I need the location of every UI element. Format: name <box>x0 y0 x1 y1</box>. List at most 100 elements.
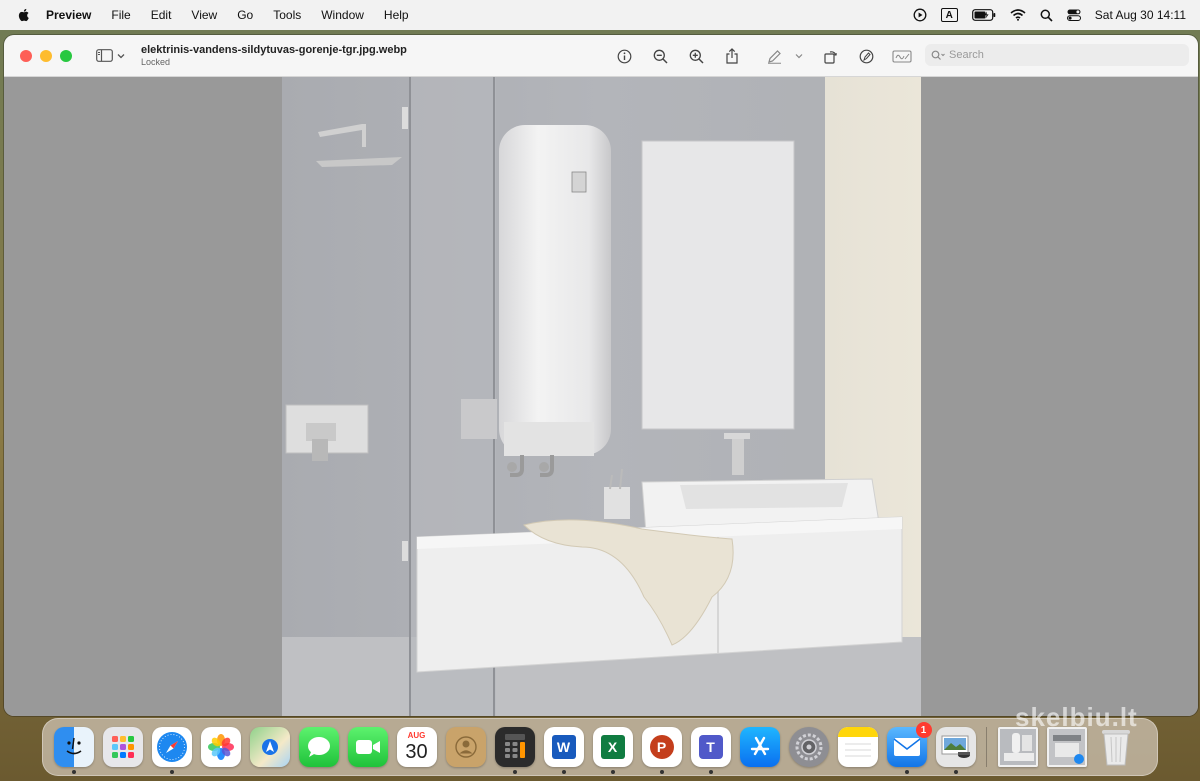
chevron-down-icon <box>795 54 803 59</box>
dock-facetime-icon[interactable] <box>347 727 388 767</box>
menu-bar: Preview File Edit View Go Tools Window H… <box>0 0 1200 30</box>
markup-pen-circle-icon <box>859 49 873 63</box>
skelbiu-watermark: skelbiu.lt <box>1015 702 1138 732</box>
menu-go[interactable]: Go <box>237 8 253 22</box>
preview-window: elektrinis-vandens-sildytuvas-gorenje-tg… <box>4 35 1198 716</box>
sidebar-icon <box>96 49 113 62</box>
zoom-out-icon <box>653 49 668 64</box>
wifi-icon[interactable] <box>1010 9 1026 21</box>
signature-button[interactable] <box>892 46 912 66</box>
dock-system-settings-icon[interactable] <box>788 727 829 767</box>
calendar-month: AUG <box>407 731 426 740</box>
dock-notes-icon[interactable] <box>837 727 878 767</box>
running-indicator <box>561 770 566 774</box>
safari-compass-icon <box>156 732 187 762</box>
sidebar-toggle-button[interactable] <box>96 49 125 62</box>
search-input[interactable] <box>949 49 1169 61</box>
dock-teams-icon[interactable]: T <box>690 727 731 774</box>
word-letter: W <box>551 735 576 759</box>
control-center-icon[interactable] <box>1066 9 1081 21</box>
minimize-button[interactable] <box>40 49 52 62</box>
teams-letter: T <box>698 735 723 759</box>
search-field[interactable] <box>925 44 1189 66</box>
zoom-out-button[interactable] <box>650 46 670 66</box>
menu-file[interactable]: File <box>111 8 130 22</box>
running-indicator <box>708 770 713 774</box>
toolbar <box>614 35 912 77</box>
dock-mail-icon[interactable]: 1 <box>886 722 932 774</box>
dock: AUG 30 W X P T 1 <box>42 718 1158 776</box>
powerpoint-letter: P <box>649 735 674 759</box>
dock-maps-icon[interactable] <box>249 727 290 767</box>
markup-toolbar-button[interactable] <box>856 46 876 66</box>
window-titlebar: elektrinis-vandens-sildytuvas-gorenje-tg… <box>4 35 1198 77</box>
info-button[interactable] <box>614 46 634 66</box>
calendar-day: 30 <box>405 741 428 763</box>
zoom-in-button[interactable] <box>686 46 706 66</box>
notes-header-bar <box>837 727 878 737</box>
dock-calculator-icon[interactable] <box>494 727 535 774</box>
menu-edit[interactable]: Edit <box>151 8 172 22</box>
running-indicator <box>904 770 909 774</box>
document-title: elektrinis-vandens-sildytuvas-gorenje-tg… <box>141 44 407 56</box>
document-title-block[interactable]: elektrinis-vandens-sildytuvas-gorenje-tg… <box>141 44 407 67</box>
battery-icon[interactable] <box>971 9 996 21</box>
maximize-button[interactable] <box>60 49 72 62</box>
markup-highlight-button[interactable] <box>764 46 784 66</box>
rotate-icon <box>823 50 837 64</box>
menu-clock[interactable]: Sat Aug 30 14:11 <box>1095 8 1186 22</box>
app-store-a-icon <box>750 736 769 756</box>
play-circle-icon[interactable] <box>913 8 927 22</box>
maps-arrow-icon <box>261 739 278 755</box>
message-bubble-icon <box>307 737 330 757</box>
dock-launchpad-icon[interactable] <box>102 727 143 767</box>
menu-view[interactable]: View <box>191 8 217 22</box>
dock-trash-icon[interactable] <box>1096 727 1136 767</box>
running-indicator <box>953 770 958 774</box>
menu-window[interactable]: Window <box>321 8 364 22</box>
document-canvas <box>4 77 1198 716</box>
rotate-button[interactable] <box>820 46 840 66</box>
status-area: A Sat Aug 30 14:11 <box>913 8 1186 22</box>
pen-icon <box>767 49 781 64</box>
dock-app-store-icon[interactable] <box>739 727 780 767</box>
dock-finder-icon[interactable] <box>53 727 94 774</box>
dock-word-icon[interactable]: W <box>543 727 584 774</box>
preview-photos-icon <box>941 735 970 758</box>
menu-tools[interactable]: Tools <box>273 8 301 22</box>
video-camera-icon <box>355 740 380 754</box>
bathroom-water-heater-photo[interactable] <box>282 77 921 716</box>
dock-photos-icon[interactable] <box>200 727 241 767</box>
running-indicator <box>610 770 615 774</box>
bathroom-thumbnail-icon <box>999 729 1036 765</box>
dock-messages-icon[interactable] <box>298 727 339 767</box>
photos-flower-icon <box>207 734 234 760</box>
zoom-in-icon <box>689 49 704 64</box>
dock-minimized-image-2[interactable] <box>1046 727 1087 767</box>
dock-preview-icon[interactable] <box>935 727 976 774</box>
traffic-lights <box>20 49 72 62</box>
running-indicator <box>169 770 174 774</box>
launchpad-grid-icon <box>111 736 134 758</box>
envelope-icon <box>893 738 920 756</box>
info-icon <box>617 49 631 63</box>
apple-icon[interactable] <box>16 7 32 23</box>
menu-help[interactable]: Help <box>384 8 409 22</box>
dock-separator <box>986 727 987 767</box>
share-button[interactable] <box>722 46 742 66</box>
dock-powerpoint-icon[interactable]: P <box>641 727 682 774</box>
running-indicator <box>71 770 76 774</box>
spotlight-search-icon[interactable] <box>1040 9 1053 22</box>
dock-calendar-icon[interactable]: AUG 30 <box>396 727 437 767</box>
input-source-indicator[interactable]: A <box>940 8 958 22</box>
dock-excel-icon[interactable]: X <box>592 727 633 774</box>
dock-contacts-icon[interactable] <box>445 727 486 767</box>
close-button[interactable] <box>20 49 32 62</box>
chevron-down-icon <box>117 53 125 58</box>
dock-safari-icon[interactable] <box>151 727 192 774</box>
contact-person-icon <box>454 736 477 758</box>
dock-minimized-image-1[interactable] <box>997 727 1038 767</box>
gear-icon <box>795 733 822 761</box>
markup-dropdown-button[interactable] <box>794 46 804 66</box>
menu-app-name[interactable]: Preview <box>46 8 91 22</box>
